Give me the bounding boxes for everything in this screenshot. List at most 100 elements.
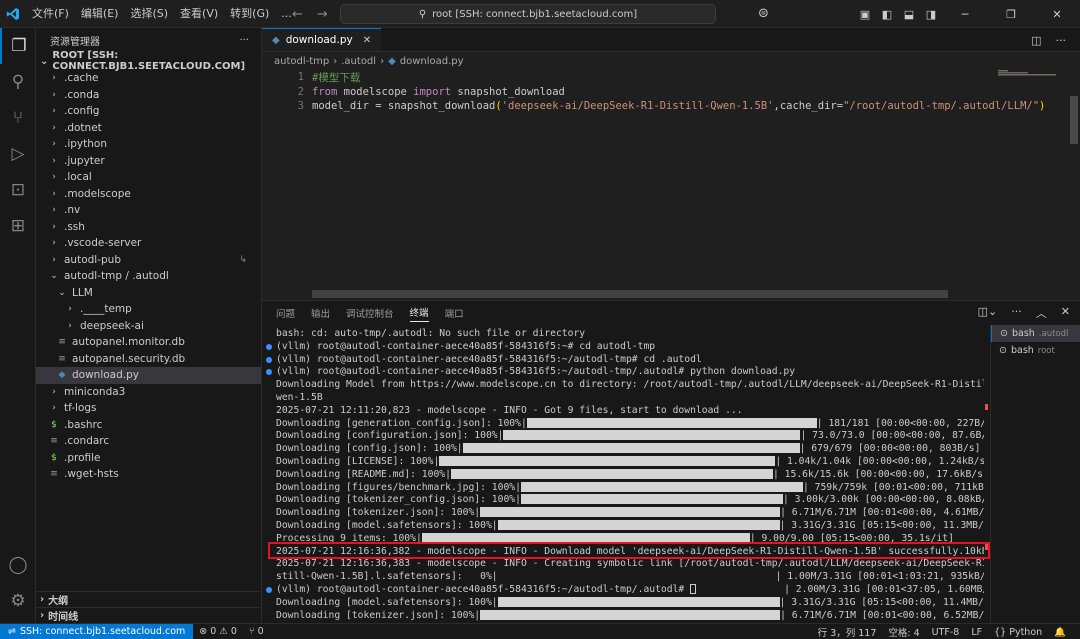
run-debug-icon[interactable]: ▷ [0, 136, 36, 172]
toggle-secondary-sidebar-icon[interactable]: ◨ [920, 8, 942, 21]
menu-go[interactable]: 转到(G) [224, 0, 275, 28]
remote-indicator[interactable]: ⇌ SSH: connect.bjb1.seetacloud.com [0, 623, 194, 639]
ports-status[interactable]: ⑂ 0 [243, 626, 270, 637]
remote-label: SSH: connect.bjb1.seetacloud.com [19, 626, 186, 637]
tree-item[interactable]: › deepseek-ai [36, 318, 261, 335]
toggle-sidebar-icon[interactable]: ◧ [876, 8, 898, 21]
menu-edit[interactable]: 编辑(E) [75, 0, 125, 28]
split-editor-icon[interactable]: ◫ [1031, 34, 1041, 47]
command-center[interactable]: ⚲ root [SSH: connect.bjb1.seetacloud.com… [340, 4, 716, 24]
tree-item[interactable]: $ .profile [36, 450, 261, 467]
tab-debug-console[interactable]: 调试控制台 [346, 306, 394, 320]
tree-item[interactable]: › .modelscope [36, 186, 261, 203]
file-tree: › .cache › .conda › .config › .dotnet › .ipython ›… [36, 70, 261, 483]
tree-item[interactable]: › .vscode-server [36, 235, 261, 252]
tree-item[interactable]: ⌄ autodl-tmp / .autodl [36, 268, 261, 285]
extensions-icon[interactable]: ⊞ [0, 208, 36, 244]
tab-output[interactable]: 输出 [311, 306, 330, 320]
restore-icon[interactable]: ❐ [988, 8, 1034, 21]
indentation[interactable]: 空格: 4 [882, 625, 925, 639]
chevron-right-icon: › [40, 610, 45, 621]
tree-item[interactable]: › .config [36, 103, 261, 120]
notifications-icon[interactable]: 🔔 [1048, 627, 1072, 638]
account-icon[interactable]: ◯ [0, 547, 36, 583]
terminal-item[interactable]: ⊙ bash .autodl [991, 325, 1080, 342]
vertical-scrollbar[interactable] [1070, 96, 1078, 144]
python-file-icon: ◆ [388, 55, 396, 67]
tree-item[interactable]: ≡ autopanel.monitor.db [36, 334, 261, 351]
more-actions-icon[interactable]: ··· [1056, 34, 1067, 47]
cursor-position[interactable]: 行 3，列 117 [812, 625, 883, 639]
language-mode[interactable]: {} Python [988, 627, 1048, 638]
outline-section[interactable]: › 大纲 [36, 591, 262, 607]
layout-customize-icon[interactable]: ▣ [854, 8, 876, 21]
close-icon[interactable]: ✕ [363, 35, 371, 46]
breadcrumb-item[interactable]: autodl-tmp [274, 56, 329, 67]
terminal-item[interactable]: ⊙ bash root [991, 342, 1080, 359]
search-icon[interactable]: ⚲ [0, 64, 36, 100]
copilot-icon[interactable]: ⊜ [758, 6, 769, 21]
maximize-panel-icon[interactable]: ︿ [1036, 305, 1047, 321]
tree-item[interactable]: › .conda [36, 87, 261, 104]
end-of-line[interactable]: LF [965, 627, 988, 638]
chevron-right-icon: › [52, 89, 56, 100]
more-actions-icon[interactable]: ··· [239, 35, 249, 46]
tree-item[interactable]: › .jupyter [36, 153, 261, 170]
tree-item[interactable]: › .ipython [36, 136, 261, 153]
terminal-text: wen-1.5B [276, 391, 323, 403]
timeline-section[interactable]: › 时间线 [36, 607, 262, 623]
tree-item[interactable]: › tf-logs [36, 400, 261, 417]
horizontal-scrollbar[interactable] [312, 290, 948, 298]
chevron-right-icon: › [40, 594, 45, 605]
tree-item[interactable]: ≡ autopanel.security.db [36, 351, 261, 368]
terminal-text: Downloading [tokenizer.json]: 100%| [276, 609, 481, 621]
menu-view[interactable]: 查看(V) [174, 0, 224, 28]
breadcrumb: autodl-tmp › .autodl › ◆ download.py [262, 52, 1080, 70]
terminal-line: Downloading [generation_config.json]: 10… [262, 417, 984, 431]
breadcrumb-item[interactable]: download.py [400, 56, 464, 67]
explorer-icon[interactable]: ❐ [0, 28, 36, 64]
tree-item[interactable]: ⌄ LLM [36, 285, 261, 302]
tree-item[interactable]: › .cache [36, 70, 261, 87]
more-actions-icon[interactable]: ··· [1011, 305, 1022, 321]
back-arrow-icon[interactable]: ← [292, 7, 303, 22]
tree-item[interactable]: › .____temp [36, 301, 261, 318]
tree-item[interactable]: › autodl-pub ↳ [36, 252, 261, 269]
new-terminal-icon[interactable]: ◫⌄ [978, 305, 998, 321]
encoding[interactable]: UTF-8 [926, 627, 966, 638]
minimize-icon[interactable]: ─ [942, 8, 988, 21]
tree-item[interactable]: ≡ .wget-hsts [36, 466, 261, 483]
close-icon[interactable]: ✕ [1034, 8, 1080, 21]
tab-download-py[interactable]: ◆ download.py ✕ [262, 28, 382, 51]
breadcrumb-item[interactable]: .autodl [341, 56, 376, 67]
problems-status[interactable]: ⊗ 0 ⚠ 0 [193, 626, 243, 637]
chevron-right-icon: › [52, 238, 56, 249]
tree-item[interactable]: $ .bashrc [36, 417, 261, 434]
tree-item[interactable]: › .nv [36, 202, 261, 219]
tree-item[interactable]: ◆ download.py [36, 367, 261, 384]
tree-item[interactable]: ≡ .condarc [36, 433, 261, 450]
minimap[interactable] [998, 70, 1056, 76]
tab-ports[interactable]: 端口 [445, 306, 464, 320]
tree-item[interactable]: › miniconda3 [36, 384, 261, 401]
ports-icon: ⑂ [248, 626, 255, 637]
progress-bar [480, 609, 781, 620]
tab-terminal[interactable]: 终端 [409, 305, 429, 322]
remote-explorer-icon[interactable]: ⊡ [0, 172, 36, 208]
tree-item-label: .cache [64, 72, 99, 85]
tree-item[interactable]: › .dotnet [36, 120, 261, 137]
tree-item[interactable]: › .ssh [36, 219, 261, 236]
tree-item[interactable]: › .local [36, 169, 261, 186]
terminal-text: Downloading [model.safetensors]: 100%| [276, 519, 498, 531]
forward-arrow-icon[interactable]: → [317, 7, 328, 22]
code-editor[interactable]: 1 #模型下载 2 from modelscope import snapsho… [262, 70, 1080, 114]
source-control-icon[interactable]: ⑂ [0, 100, 36, 136]
menu-file[interactable]: 文件(F) [26, 0, 75, 28]
terminal-output[interactable]: bash: cd: auto-tmp/.autodl: No such file… [262, 328, 984, 624]
toggle-panel-icon[interactable]: ⬓ [898, 8, 920, 21]
gear-icon[interactable]: ⚙ [0, 583, 36, 619]
close-icon[interactable]: ✕ [1061, 305, 1070, 321]
workspace-root[interactable]: ⌄ ROOT [SSH: CONNECT.BJB1.SEETACLOUD.COM… [36, 50, 261, 72]
tab-problems[interactable]: 问题 [276, 306, 295, 320]
menu-selection[interactable]: 选择(S) [124, 0, 174, 28]
